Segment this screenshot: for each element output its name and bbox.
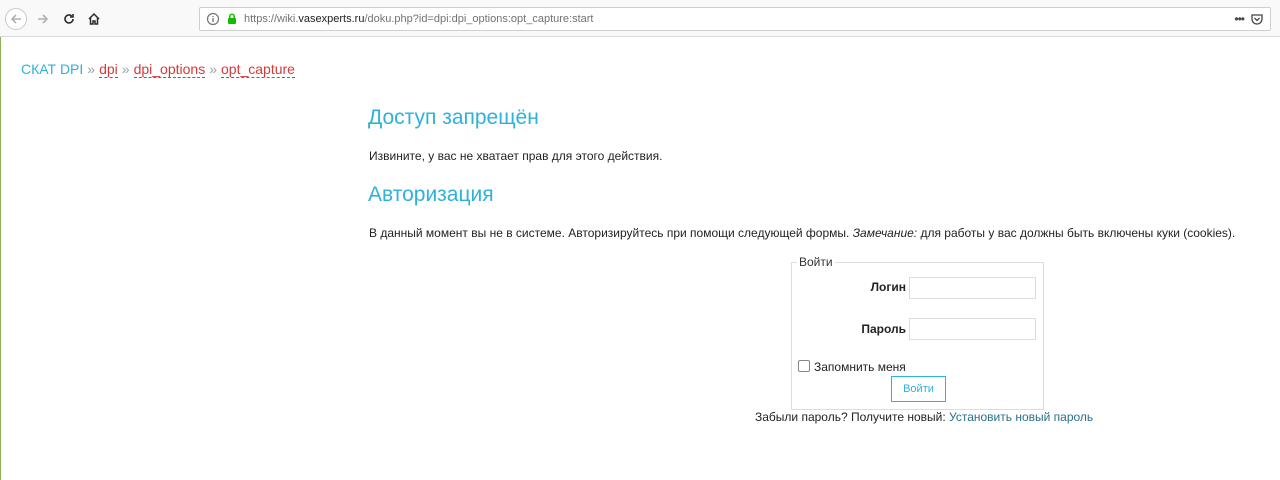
breadcrumb-item-dpi-options[interactable]: dpi_options xyxy=(133,61,206,78)
password-input[interactable] xyxy=(909,318,1036,340)
browser-toolbar: https://wiki.vasexperts.ru/doku.php?id=d… xyxy=(0,0,1280,37)
reload-button[interactable] xyxy=(58,8,80,30)
breadcrumb-separator: » xyxy=(209,61,217,77)
home-button[interactable] xyxy=(83,8,105,30)
pocket-icon[interactable] xyxy=(1250,12,1264,31)
back-button[interactable] xyxy=(5,8,27,30)
arrow-right-icon xyxy=(38,14,49,24)
home-icon xyxy=(88,12,100,25)
left-border xyxy=(0,37,1,480)
breadcrumb-separator: » xyxy=(121,61,130,77)
auth-note: Замечание: xyxy=(852,226,918,240)
breadcrumb-separator: » xyxy=(87,61,96,77)
password-label: Пароль xyxy=(861,322,906,336)
breadcrumb-item-dpi[interactable]: dpi xyxy=(99,61,118,78)
breadcrumb-root[interactable]: СКАТ DPI xyxy=(21,61,83,77)
more-menu-icon[interactable]: ••• xyxy=(1234,12,1245,26)
remember-me-label[interactable]: Запомнить меня xyxy=(814,360,906,374)
info-icon[interactable] xyxy=(206,12,220,31)
auth-text: В данный момент вы не в системе. Авториз… xyxy=(369,226,1236,240)
access-denied-title: Доступ запрещён xyxy=(368,106,539,129)
url-text: https://wiki.vasexperts.ru/doku.php?id=d… xyxy=(244,13,594,25)
forward-button[interactable] xyxy=(32,8,54,30)
reload-icon xyxy=(64,14,74,24)
lock-icon xyxy=(225,12,239,31)
auth-title: Авторизация xyxy=(368,183,494,206)
login-legend: Войти xyxy=(797,255,835,269)
remember-me-checkbox[interactable] xyxy=(798,360,810,372)
reset-password-link[interactable]: Установить новый пароль xyxy=(949,410,1093,424)
login-input[interactable] xyxy=(909,277,1036,299)
arrow-left-icon xyxy=(10,14,21,24)
login-label: Логин xyxy=(870,280,906,294)
breadcrumb: СКАТ DPI» dpi» dpi_options» opt_capture xyxy=(21,61,295,78)
access-denied-text: Извините, у вас не хватает прав для этог… xyxy=(369,149,663,163)
forgot-password-text: Забыли пароль? Получите новый: Установит… xyxy=(755,410,1094,424)
login-submit-button[interactable]: Войти xyxy=(891,376,946,402)
breadcrumb-item-opt-capture[interactable]: opt_capture xyxy=(221,61,295,78)
url-bar[interactable]: https://wiki.vasexperts.ru/doku.php?id=d… xyxy=(199,7,1271,31)
